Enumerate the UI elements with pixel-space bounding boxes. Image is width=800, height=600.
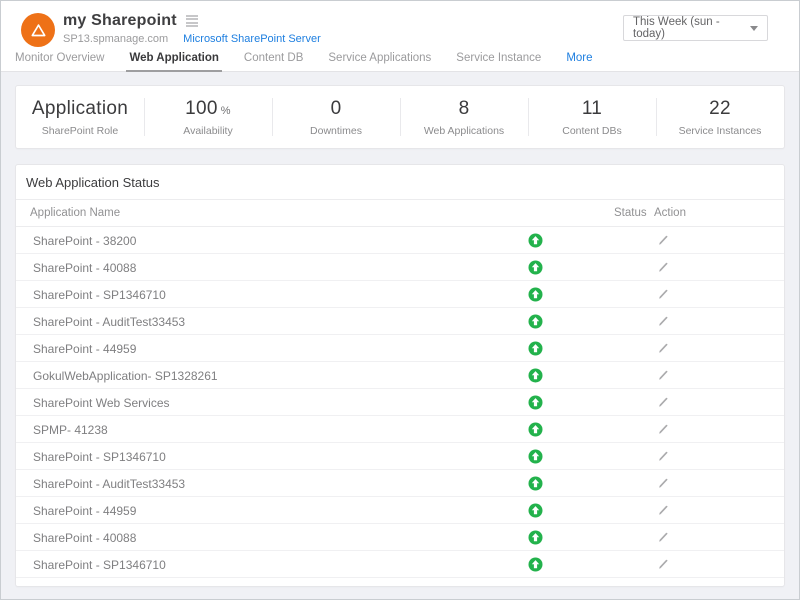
table-row: SharePoint Web Services	[16, 389, 784, 416]
edit-pencil-icon[interactable]	[656, 422, 670, 436]
application-name: SharePoint - SP1346710	[33, 288, 166, 302]
application-name: SharePoint - 44959	[33, 504, 136, 518]
status-up-icon	[528, 395, 543, 410]
application-name: GokulWebApplication- SP1328261	[33, 369, 218, 383]
application-name: SharePoint - AuditTest33453	[33, 477, 185, 491]
tab-monitor-overview[interactable]: Monitor Overview	[12, 52, 107, 71]
stat-label: Content DBs	[562, 125, 622, 137]
application-name: SharePoint Web Services	[33, 396, 170, 410]
page-title: my Sharepoint	[63, 12, 177, 30]
table-row: SharePoint - 40088	[16, 524, 784, 551]
time-period-dropdown[interactable]: This Week (sun - today)	[623, 15, 768, 41]
status-up-icon	[528, 287, 543, 302]
stat-label: Availability	[183, 125, 232, 137]
table-row: SharePoint - AuditTest33453	[16, 308, 784, 335]
tab-content-db[interactable]: Content DB	[241, 52, 306, 71]
application-name: SharePoint - AuditTest33453	[33, 315, 185, 329]
tab-web-application[interactable]: Web Application	[126, 52, 221, 71]
table-row: SharePoint - SP1346710	[16, 281, 784, 308]
stat-label: Downtimes	[310, 125, 362, 137]
summary-stat: 8 Web Applications	[400, 86, 528, 148]
status-up-icon	[528, 368, 543, 383]
summary-stat: 0 Downtimes	[272, 86, 400, 148]
application-name: SharePoint - SP1346710	[33, 558, 166, 572]
table-row: SharePoint - SP1346710	[16, 443, 784, 470]
application-name: SharePoint - 40088	[33, 531, 136, 545]
table-row: SharePoint - 40088	[16, 254, 784, 281]
time-period-value: This Week (sun - today)	[633, 16, 750, 40]
status-up-icon	[528, 476, 543, 491]
tab-service-instance[interactable]: Service Instance	[453, 52, 544, 71]
stat-value: 0	[331, 98, 342, 119]
summary-stat: Application SharePoint Role	[16, 86, 144, 148]
stat-unit: %	[221, 105, 231, 117]
table-row: SharePoint - 44959	[16, 497, 784, 524]
warning-triangle-icon	[29, 21, 48, 40]
edit-pencil-icon[interactable]	[656, 287, 670, 301]
summary-stat: 100% Availability	[144, 86, 272, 148]
table-header-row: Application Name Status Action	[16, 200, 784, 227]
stat-value: Application	[32, 98, 128, 119]
edit-pencil-icon[interactable]	[656, 314, 670, 328]
table-row: GokulWebApplication- SP1328261	[16, 362, 784, 389]
application-name: SharePoint - 40088	[33, 261, 136, 275]
summary-stat: 11 Content DBs	[528, 86, 656, 148]
column-header-action: Action	[654, 207, 686, 219]
edit-pencil-icon[interactable]	[656, 233, 670, 247]
chevron-down-icon	[750, 26, 758, 31]
status-up-icon	[528, 557, 543, 572]
status-up-icon	[528, 449, 543, 464]
edit-pencil-icon[interactable]	[656, 341, 670, 355]
application-name: SharePoint - 44959	[33, 342, 136, 356]
application-name: SPMP- 41238	[33, 423, 108, 437]
edit-pencil-icon[interactable]	[656, 395, 670, 409]
edit-pencil-icon[interactable]	[656, 260, 670, 274]
edit-pencil-icon[interactable]	[656, 557, 670, 571]
table-title: Web Application Status	[16, 165, 784, 200]
table-row: SharePoint - 38200	[16, 227, 784, 254]
column-header-status: Status	[614, 207, 647, 219]
stat-label: SharePoint Role	[42, 125, 118, 137]
status-up-icon	[528, 314, 543, 329]
status-up-icon	[528, 422, 543, 437]
stat-label: Web Applications	[424, 125, 504, 137]
table-row: SPMP- 41238	[16, 416, 784, 443]
edit-pencil-icon[interactable]	[656, 368, 670, 382]
status-up-icon	[528, 260, 543, 275]
edit-pencil-icon[interactable]	[656, 530, 670, 544]
table-row: SharePoint - AuditTest33453	[16, 470, 784, 497]
edit-pencil-icon[interactable]	[656, 449, 670, 463]
application-name: SharePoint - SP1346710	[33, 450, 166, 464]
status-up-icon	[528, 233, 543, 248]
status-up-icon	[528, 341, 543, 356]
status-up-icon	[528, 530, 543, 545]
summary-stats-card: Application SharePoint Role 100% Availab…	[15, 85, 785, 149]
web-application-status-card: Web Application Status Application Name …	[15, 164, 785, 587]
content-area: Application SharePoint Role 100% Availab…	[1, 72, 799, 599]
application-name: SharePoint - 38200	[33, 234, 136, 248]
stat-value: 8	[459, 98, 470, 119]
stat-value: 11	[582, 98, 602, 119]
column-header-application-name: Application Name	[30, 207, 120, 219]
monitor-hostname: SP13.spmanage.com	[63, 33, 168, 45]
server-type-link[interactable]: Microsoft SharePoint Server	[183, 33, 321, 45]
stat-label: Service Instances	[679, 125, 762, 137]
page-header: my Sharepoint SP13.spmanage.com Microsof…	[1, 1, 799, 47]
stat-value: 22	[709, 98, 731, 119]
tab-bar: Monitor Overview Web Application Content D…	[1, 47, 799, 72]
edit-pencil-icon[interactable]	[656, 503, 670, 517]
status-up-icon	[528, 503, 543, 518]
tab-more[interactable]: More	[563, 52, 595, 71]
tab-service-applications[interactable]: Service Applications	[325, 52, 434, 71]
menu-hamburger-icon[interactable]	[186, 13, 198, 29]
table-row: SharePoint - SP1346710	[16, 551, 784, 578]
table-body: SharePoint - 38200 SharePoint - 40088	[16, 227, 784, 578]
monitor-logo	[21, 13, 55, 47]
stat-value: 100	[185, 98, 218, 119]
summary-stat: 22 Service Instances	[656, 86, 784, 148]
title-block: my Sharepoint SP13.spmanage.com Microsof…	[63, 12, 321, 45]
edit-pencil-icon[interactable]	[656, 476, 670, 490]
table-row: SharePoint - 44959	[16, 335, 784, 362]
